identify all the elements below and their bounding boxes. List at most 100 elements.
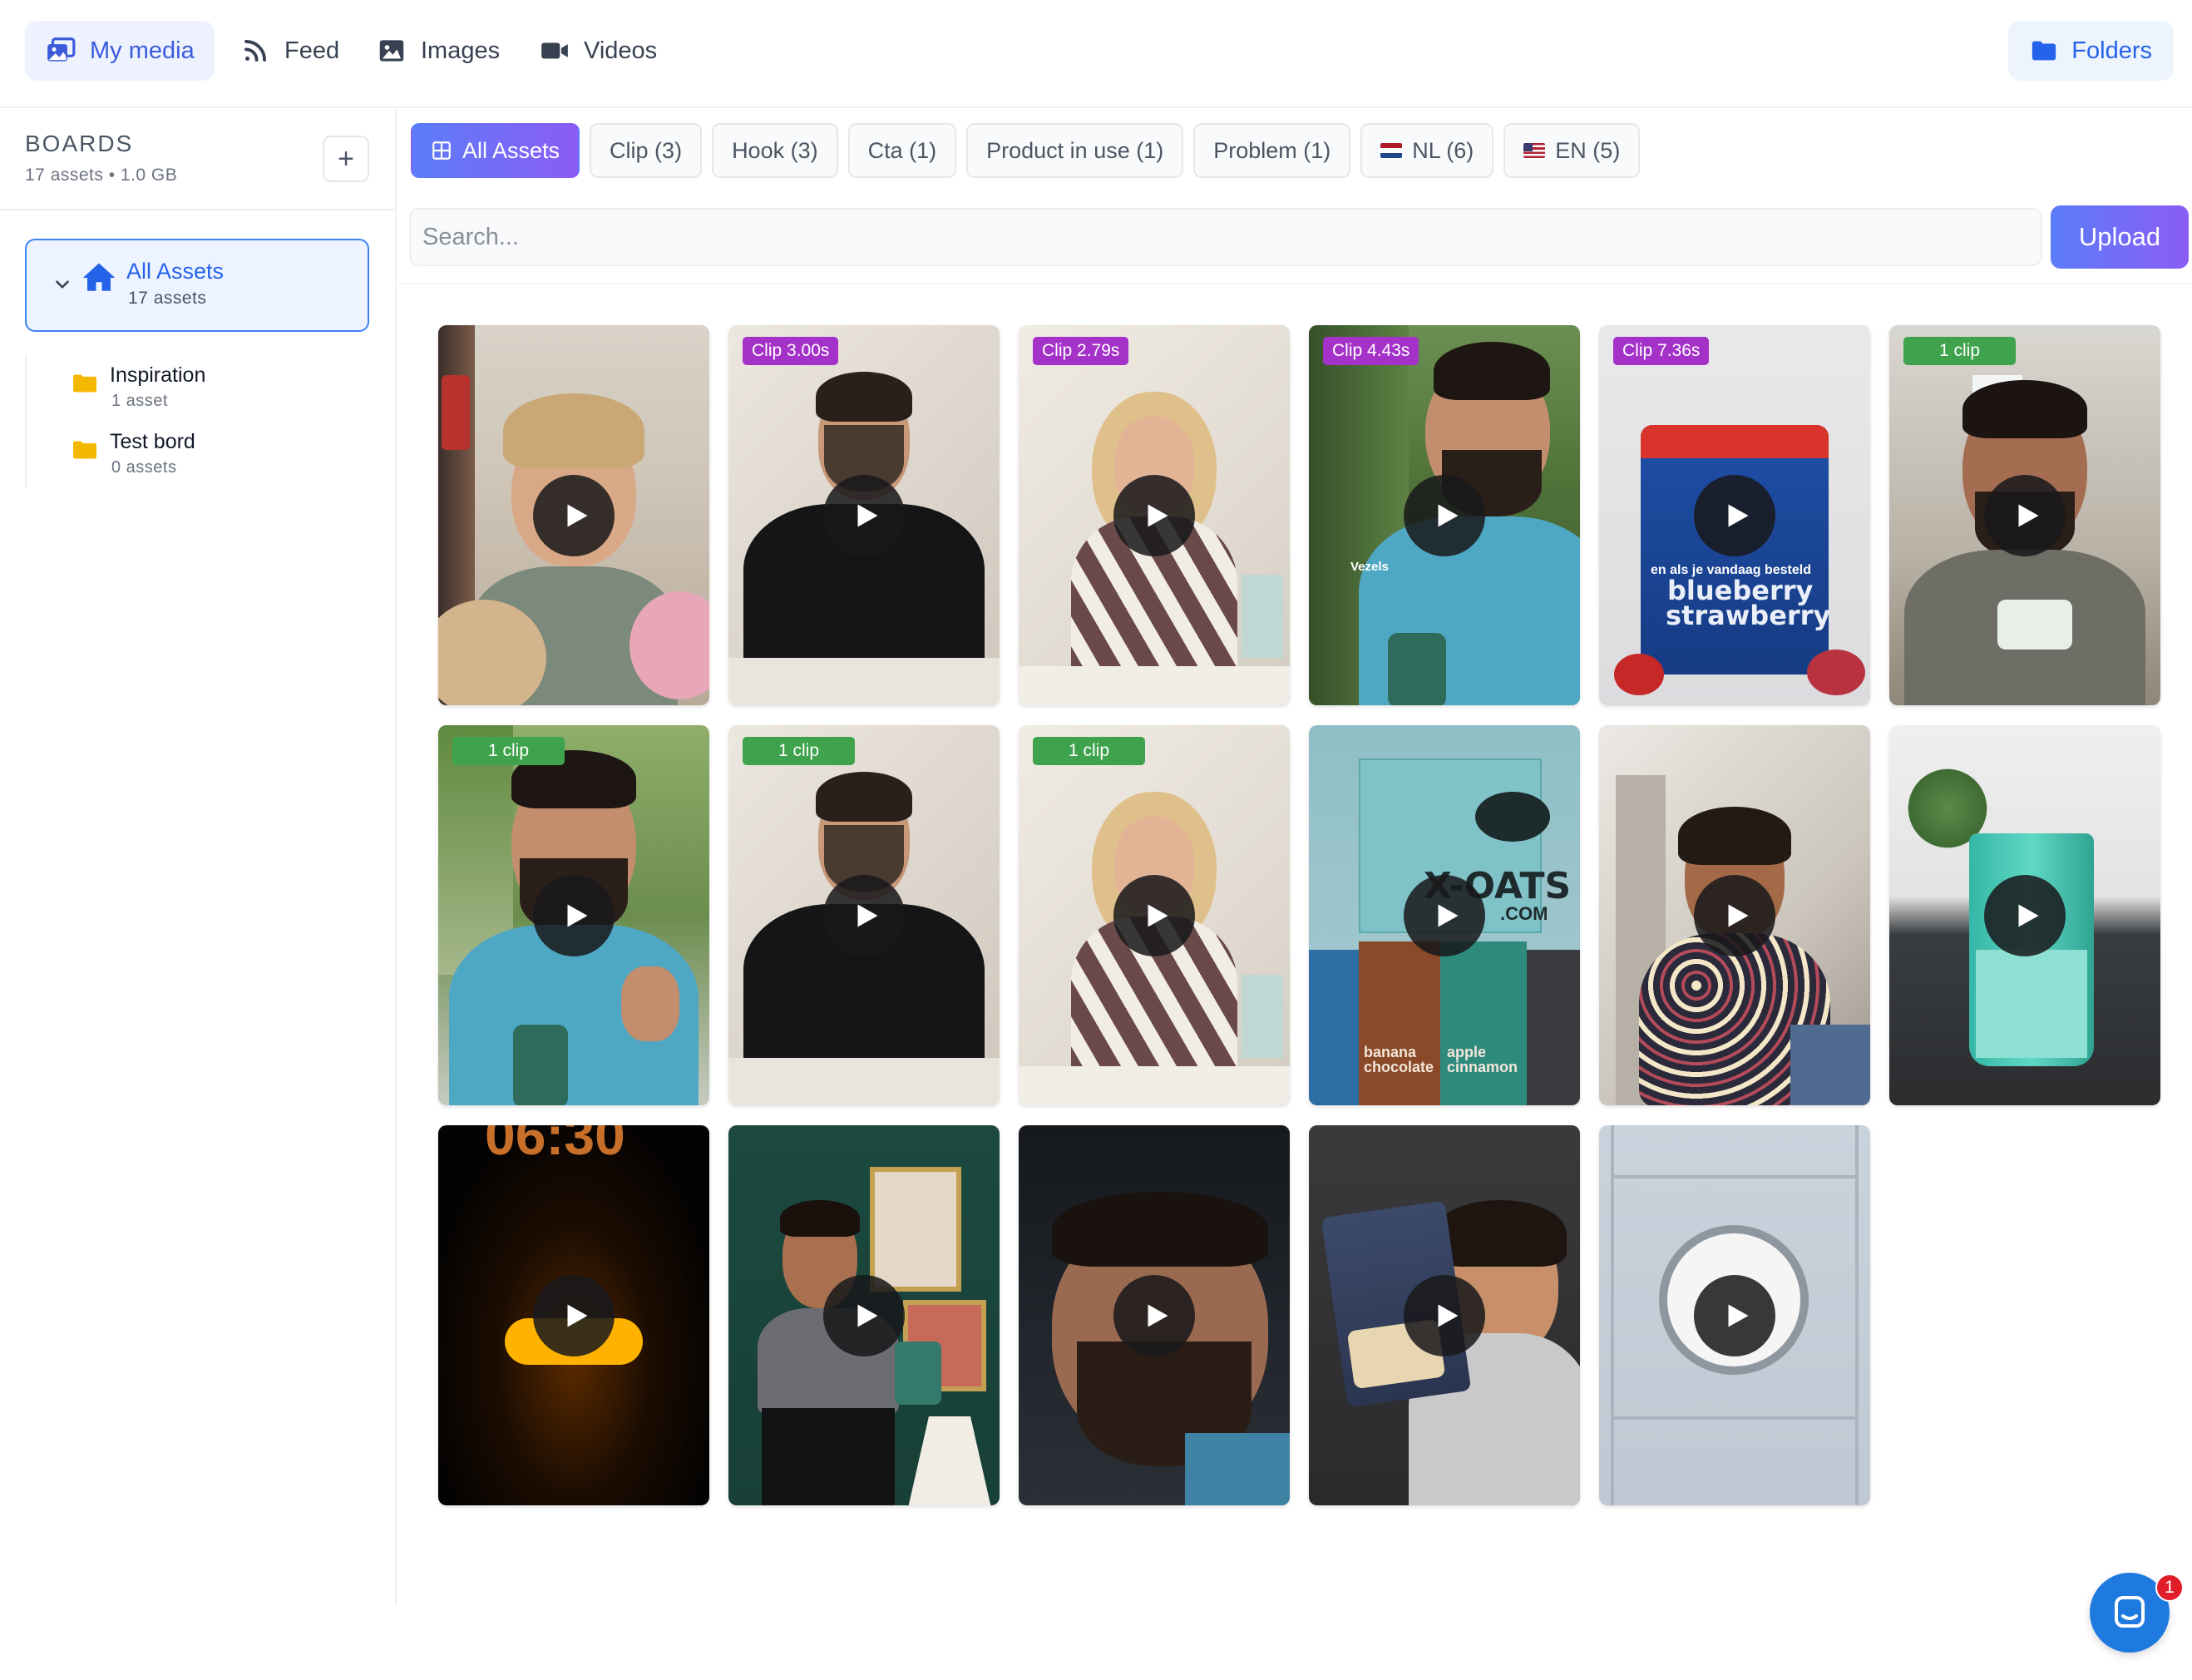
play-button[interactable] bbox=[1694, 874, 1775, 956]
board-all-assets[interactable]: All Assets 17 assets bbox=[25, 239, 369, 332]
tab-label: My media bbox=[90, 37, 195, 64]
folder-icon bbox=[2032, 41, 2056, 61]
asset-card[interactable]: 1 clip bbox=[438, 725, 709, 1105]
folders-label: Folders bbox=[2071, 37, 2152, 64]
play-icon bbox=[1148, 904, 1168, 926]
boards-header: BOARDS 17 assets • 1.0 GB bbox=[25, 131, 177, 185]
folder-name: Inspiration bbox=[110, 363, 206, 387]
photo-stack-icon bbox=[47, 37, 76, 62]
clip-duration-badge: Clip 7.36s bbox=[1613, 337, 1710, 365]
board-count: 17 assets bbox=[128, 289, 207, 308]
clock-time-text: 06:30 bbox=[485, 1125, 625, 1166]
rss-feed-icon bbox=[244, 40, 266, 62]
play-icon bbox=[1148, 1304, 1168, 1327]
play-button[interactable] bbox=[1113, 1274, 1195, 1356]
boards-title: BOARDS bbox=[25, 131, 134, 156]
play-icon bbox=[1438, 504, 1459, 526]
search-input[interactable] bbox=[409, 208, 2042, 266]
filter-language-nl[interactable]: NL (6) bbox=[1360, 123, 1494, 178]
tab-images[interactable]: Images bbox=[356, 21, 520, 81]
clip-duration-badge: Clip 4.43s bbox=[1323, 337, 1419, 365]
asset-card[interactable] bbox=[1019, 1125, 1290, 1505]
play-icon bbox=[1728, 504, 1749, 526]
filter-label: EN (5) bbox=[1555, 137, 1621, 163]
asset-card[interactable]: Clip 2.79s bbox=[1019, 325, 1290, 705]
play-icon bbox=[567, 904, 588, 926]
play-button[interactable] bbox=[823, 1274, 905, 1356]
play-button[interactable] bbox=[1984, 474, 2066, 556]
asset-card[interactable]: 06:30 bbox=[438, 1125, 709, 1505]
add-board-button[interactable]: + bbox=[323, 136, 369, 182]
plus-icon: + bbox=[338, 142, 354, 175]
play-icon bbox=[1148, 504, 1168, 526]
asset-card[interactable]: Vezels Clip 4.43s bbox=[1309, 325, 1580, 705]
play-button[interactable] bbox=[823, 474, 905, 556]
asset-card[interactable]: en als je vandaag besteld blueberry stra… bbox=[1599, 325, 1870, 705]
filter-label: All Assets bbox=[462, 137, 560, 163]
folder-count: 0 assets bbox=[111, 458, 177, 477]
netherlands-flag-icon bbox=[1380, 143, 1403, 158]
play-icon bbox=[1438, 904, 1459, 926]
top-navigation: My media Feed Images Videos Folders bbox=[0, 0, 2192, 108]
asset-card[interactable]: 1 clip bbox=[728, 725, 1000, 1105]
play-button[interactable] bbox=[533, 474, 615, 556]
asset-card[interactable] bbox=[1599, 1125, 1870, 1505]
play-button[interactable] bbox=[1113, 874, 1195, 956]
play-button[interactable] bbox=[1984, 874, 2066, 956]
play-button[interactable] bbox=[533, 1274, 615, 1356]
divider bbox=[0, 209, 395, 210]
clip-count-badge: 1 clip bbox=[452, 737, 565, 765]
play-button[interactable] bbox=[1113, 474, 1195, 556]
video-caption: Vezels bbox=[1350, 560, 1389, 574]
play-icon bbox=[2018, 504, 2039, 526]
play-button[interactable] bbox=[1694, 474, 1775, 556]
play-button[interactable] bbox=[823, 874, 905, 956]
play-icon bbox=[567, 1304, 588, 1327]
clip-duration-badge: Clip 3.00s bbox=[743, 337, 839, 365]
play-icon bbox=[1728, 1304, 1749, 1327]
bag-flavor-text: apple cinnamon bbox=[1447, 1044, 1518, 1075]
play-button[interactable] bbox=[1694, 1274, 1775, 1356]
filter-label: Cta (1) bbox=[867, 137, 937, 163]
divider bbox=[398, 283, 2192, 284]
play-icon bbox=[857, 504, 878, 526]
asset-card[interactable] bbox=[1309, 1125, 1580, 1505]
play-button[interactable] bbox=[1404, 874, 1485, 956]
tab-my-media[interactable]: My media bbox=[25, 21, 215, 81]
play-icon bbox=[1438, 1304, 1459, 1327]
chevron-down-icon[interactable] bbox=[52, 274, 73, 295]
tab-videos[interactable]: Videos bbox=[519, 21, 677, 81]
upload-button[interactable]: Upload bbox=[2051, 205, 2189, 269]
asset-card[interactable] bbox=[438, 325, 709, 705]
asset-card[interactable] bbox=[728, 1125, 1000, 1505]
clip-count-badge: 1 clip bbox=[1903, 337, 2016, 365]
asset-card[interactable]: 1 clip bbox=[1889, 325, 2160, 705]
tab-label: Videos bbox=[584, 37, 658, 64]
board-label: All Assets bbox=[126, 259, 225, 284]
play-icon bbox=[857, 1304, 878, 1327]
asset-card[interactable] bbox=[1889, 725, 2160, 1105]
filter-problem[interactable]: Problem (1) bbox=[1193, 123, 1351, 178]
filter-all-assets[interactable]: All Assets bbox=[411, 123, 580, 178]
folder-icon bbox=[73, 441, 96, 459]
asset-card[interactable] bbox=[1599, 725, 1870, 1105]
clip-count-badge: 1 clip bbox=[1033, 737, 1145, 765]
play-icon bbox=[1728, 904, 1749, 926]
asset-card[interactable]: Clip 3.00s bbox=[728, 325, 1000, 705]
filter-language-en[interactable]: EN (5) bbox=[1503, 123, 1641, 178]
filter-bar: All Assets Clip (3) Hook (3) Cta (1) Pro… bbox=[411, 123, 1641, 178]
play-button[interactable] bbox=[1404, 1274, 1485, 1356]
play-icon bbox=[2018, 904, 2039, 926]
asset-card[interactable]: 1 clip bbox=[1019, 725, 1290, 1105]
play-button[interactable] bbox=[533, 874, 615, 956]
tab-feed[interactable]: Feed bbox=[220, 21, 359, 81]
filter-cta[interactable]: Cta (1) bbox=[847, 123, 957, 178]
asset-card[interactable]: X-OATS .COM banana chocolate apple cinna… bbox=[1309, 725, 1580, 1105]
filter-product-in-use[interactable]: Product in use (1) bbox=[966, 123, 1184, 178]
chat-icon bbox=[2115, 1596, 2145, 1628]
folders-button[interactable]: Folders bbox=[2008, 21, 2174, 81]
play-button[interactable] bbox=[1404, 474, 1485, 556]
filter-hook[interactable]: Hook (3) bbox=[712, 123, 838, 178]
filter-clip[interactable]: Clip (3) bbox=[590, 123, 703, 178]
box-domain-text: .COM bbox=[1500, 903, 1548, 924]
